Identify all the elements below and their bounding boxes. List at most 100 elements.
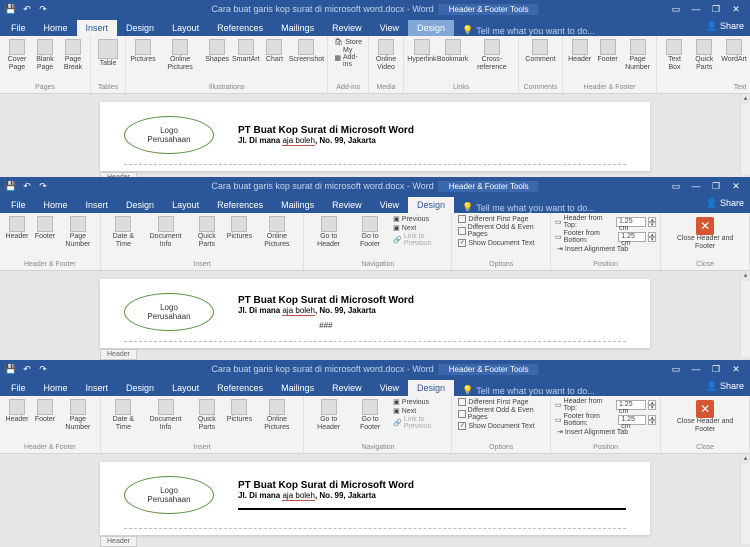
goto-footer-button[interactable]: Go to Footer <box>351 215 389 250</box>
hyperlink-button[interactable]: Hyperlink <box>408 38 436 65</box>
chart-button[interactable]: Chart <box>261 38 287 65</box>
tab-view[interactable]: View <box>371 197 408 213</box>
document-page[interactable]: LogoPerusahaan PT Buat Kop Surat di Micr… <box>100 102 650 171</box>
next-button[interactable]: ▣ Next <box>391 224 447 232</box>
tab-references[interactable]: References <box>208 380 272 396</box>
cover-page-button[interactable]: Cover Page <box>4 38 30 73</box>
tab-design[interactable]: Design <box>117 20 163 36</box>
footer-bottom-field[interactable]: ▭ Footer from Bottom:1.25 cm▴▾ <box>555 230 656 244</box>
align-tab-button[interactable]: ⇥ Insert Alignment Tab <box>555 428 656 436</box>
bookmark-button[interactable]: Bookmark <box>438 38 468 65</box>
tab-home[interactable]: Home <box>35 380 77 396</box>
previous-button[interactable]: ▣ Previous <box>391 215 447 223</box>
header-tag[interactable]: Header <box>100 536 137 547</box>
diff-first-checkbox[interactable]: Different First Page <box>456 398 546 406</box>
save-icon[interactable]: 💾 <box>6 4 16 14</box>
my-addins-button[interactable]: ▦My Add-ins <box>332 47 364 68</box>
ribbon-opts-icon[interactable]: ▭ <box>668 364 684 375</box>
tab-view[interactable]: View <box>371 380 408 396</box>
scroll-up-icon[interactable]: ▴ <box>741 454 750 464</box>
tab-file[interactable]: File <box>2 20 35 36</box>
online-pictures-button[interactable]: Online Pictures <box>254 215 299 250</box>
scroll-up-icon[interactable]: ▴ <box>741 271 750 281</box>
hf-header-button[interactable]: Header <box>4 398 30 425</box>
goto-footer-button[interactable]: Go to Footer <box>351 398 389 433</box>
header-top-field[interactable]: ▭ Header from Top:1.25 cm▴▾ <box>555 398 656 412</box>
pictures-button[interactable]: Pictures <box>226 215 252 242</box>
online-pictures-button[interactable]: Online Pictures <box>254 398 299 433</box>
footer-button[interactable]: Footer <box>595 38 621 65</box>
minimize-icon[interactable]: — <box>688 364 704 375</box>
wordart-button[interactable]: WordArt <box>721 38 747 65</box>
tab-home[interactable]: Home <box>35 20 77 36</box>
tab-file[interactable]: File <box>2 380 35 396</box>
share-button[interactable]: 👤 Share <box>706 198 744 209</box>
close-hf-button[interactable]: ✕ Close Header and Footer <box>665 215 745 253</box>
header-tag[interactable]: Header <box>100 349 137 360</box>
redo-icon[interactable]: ↷ <box>38 4 48 14</box>
scrollbar[interactable]: ▴ <box>740 271 750 357</box>
tab-insert[interactable]: Insert <box>77 197 118 213</box>
footer-bottom-field[interactable]: ▭ Footer from Bottom:1.25 cm▴▾ <box>555 413 656 427</box>
show-doc-checkbox[interactable]: ✓Show Document Text <box>456 422 546 430</box>
next-button[interactable]: ▣ Next <box>391 407 447 415</box>
goto-header-button[interactable]: Go to Header <box>308 215 349 250</box>
comment-button[interactable]: Comment <box>523 38 557 65</box>
tell-me[interactable]: 💡Tell me what you want to do... <box>462 25 595 36</box>
docinfo-button[interactable]: Document Info <box>144 215 187 250</box>
tab-view[interactable]: View <box>371 20 408 36</box>
align-tab-button[interactable]: ⇥ Insert Alignment Tab <box>555 245 656 253</box>
link-previous-button[interactable]: 🔗 Link to Previous <box>391 416 447 430</box>
show-doc-checkbox[interactable]: ✓Show Document Text <box>456 239 546 247</box>
previous-button[interactable]: ▣ Previous <box>391 398 447 406</box>
online-video-button[interactable]: Online Video <box>373 38 399 73</box>
save-icon[interactable]: 💾 <box>6 181 16 191</box>
page-break-button[interactable]: Page Break <box>60 38 86 73</box>
document-page[interactable]: LogoPerusahaan PT Buat Kop Surat di Micr… <box>100 279 650 348</box>
header-button[interactable]: Header <box>567 38 593 65</box>
shapes-button[interactable]: Shapes <box>204 38 230 65</box>
minimize-icon[interactable]: — <box>688 4 704 15</box>
smartart-button[interactable]: SmartArt <box>232 38 259 65</box>
link-previous-button[interactable]: 🔗 Link to Previous <box>391 233 447 247</box>
blank-page-button[interactable]: Blank Page <box>32 38 58 73</box>
tab-hf-design[interactable]: Design <box>408 380 454 396</box>
tab-design[interactable]: Design <box>117 197 163 213</box>
share-button[interactable]: 👤 Share <box>706 21 744 32</box>
tab-layout[interactable]: Layout <box>163 20 208 36</box>
restore-icon[interactable]: ❐ <box>708 181 724 192</box>
pictures-button[interactable]: Pictures <box>130 38 156 65</box>
online-pictures-button[interactable]: Online Pictures <box>158 38 202 73</box>
hf-pagenum-button[interactable]: Page Number <box>60 398 96 433</box>
datetime-button[interactable]: Date & Time <box>105 215 142 250</box>
quickparts-button[interactable]: Quick Parts <box>189 398 224 433</box>
scroll-up-icon[interactable]: ▴ <box>741 94 750 104</box>
scrollbar[interactable]: ▴ <box>740 454 750 544</box>
docinfo-button[interactable]: Document Info <box>144 398 187 433</box>
textbox-button[interactable]: Text Box <box>661 38 687 73</box>
save-icon[interactable]: 💾 <box>6 364 16 374</box>
tab-review[interactable]: Review <box>323 197 371 213</box>
tab-references[interactable]: References <box>208 20 272 36</box>
tab-mailings[interactable]: Mailings <box>272 380 323 396</box>
tab-review[interactable]: Review <box>323 380 371 396</box>
datetime-button[interactable]: Date & Time <box>105 398 142 433</box>
tab-design[interactable]: Design <box>117 380 163 396</box>
ribbon-opts-icon[interactable]: ▭ <box>668 4 684 15</box>
tab-mailings[interactable]: Mailings <box>272 20 323 36</box>
goto-header-button[interactable]: Go to Header <box>308 398 349 433</box>
undo-icon[interactable]: ↶ <box>22 181 32 191</box>
undo-icon[interactable]: ↶ <box>22 4 32 14</box>
diff-first-checkbox[interactable]: Different First Page <box>456 215 546 223</box>
hf-footer-button[interactable]: Footer <box>32 215 58 242</box>
tab-insert[interactable]: Insert <box>77 20 118 36</box>
diff-oddeven-checkbox[interactable]: Different Odd & Even Pages <box>456 224 546 238</box>
tab-layout[interactable]: Layout <box>163 380 208 396</box>
diff-oddeven-checkbox[interactable]: Different Odd & Even Pages <box>456 407 546 421</box>
tab-file[interactable]: File <box>2 197 35 213</box>
quickparts-button[interactable]: Quick Parts <box>189 215 224 250</box>
close-window-icon[interactable]: ✕ <box>728 181 744 192</box>
tab-references[interactable]: References <box>208 197 272 213</box>
tab-review[interactable]: Review <box>323 20 371 36</box>
document-page[interactable]: LogoPerusahaan PT Buat Kop Surat di Micr… <box>100 462 650 535</box>
